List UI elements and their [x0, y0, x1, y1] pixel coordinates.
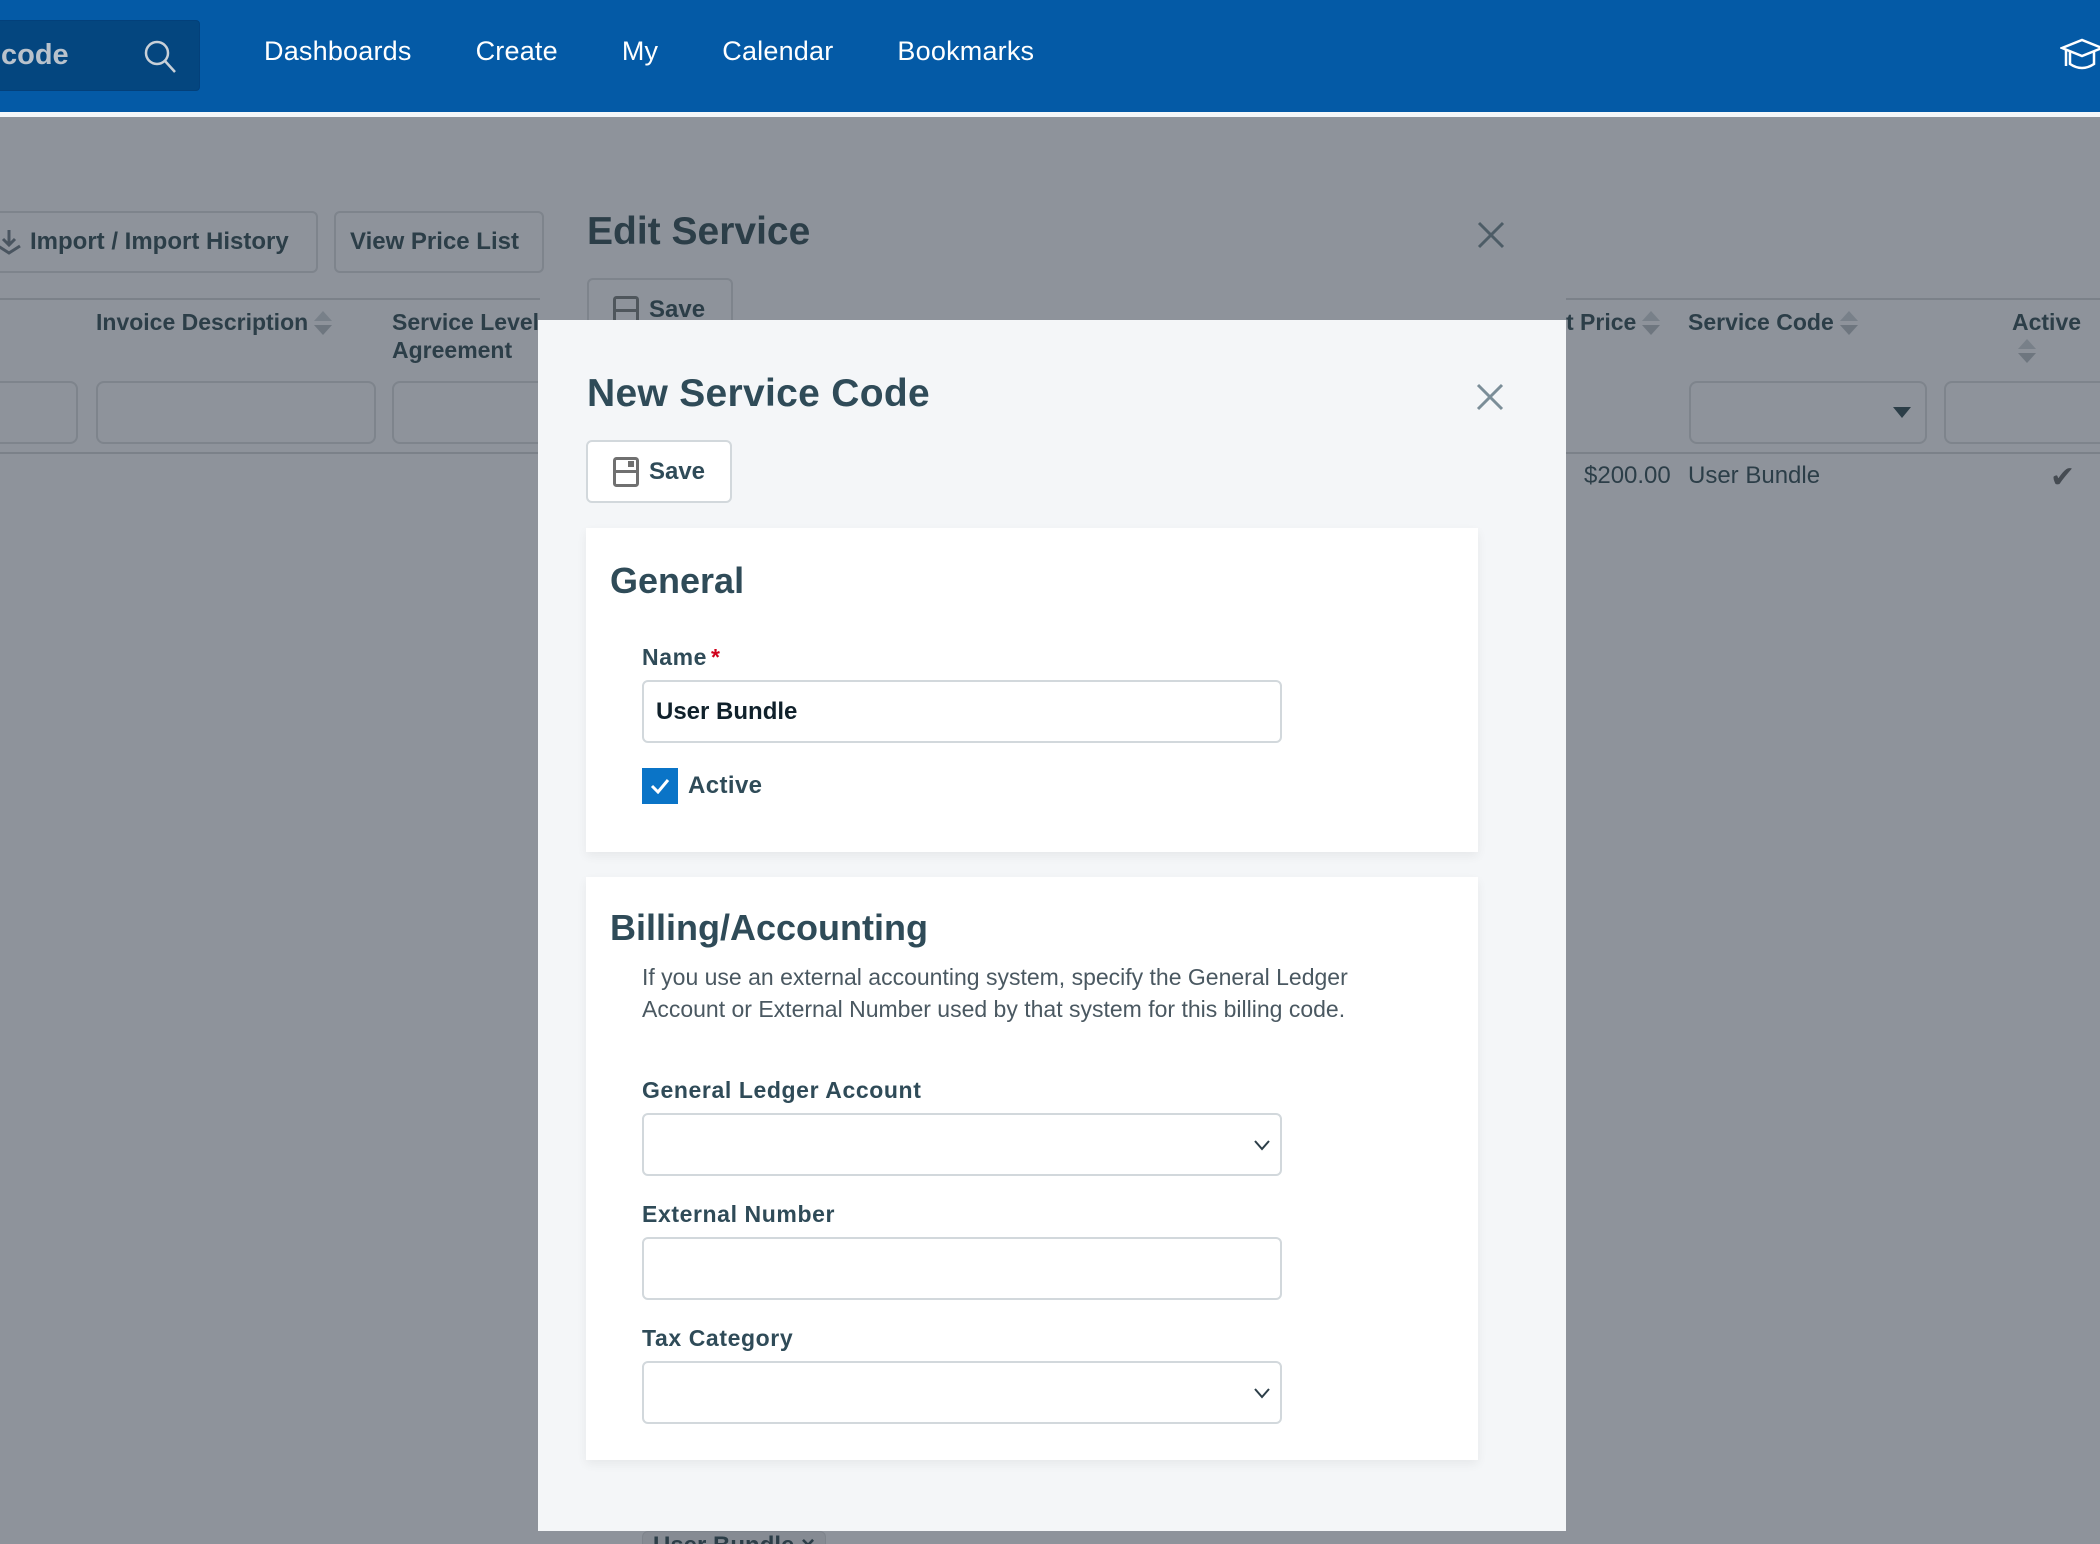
active-checkbox[interactable]: [642, 768, 678, 804]
save-label: Save: [648, 457, 706, 485]
row-service-code[interactable]: User Bundle: [1688, 462, 1820, 490]
search-icon[interactable]: [143, 39, 177, 75]
nav-calendar[interactable]: Calendar: [722, 36, 833, 67]
billing-section-title: Billing/Accounting: [610, 907, 928, 948]
filter-row-border-right: [1566, 452, 2100, 454]
table-top-border: [0, 298, 540, 300]
sort-icon[interactable]: [314, 309, 333, 339]
close-icon[interactable]: [1475, 382, 1505, 412]
name-input-value: User Bundle: [656, 697, 798, 725]
row-active-check-icon: ✔: [2050, 461, 2076, 494]
column-header-invoice-description[interactable]: Invoice Description: [96, 308, 333, 339]
tax-category-label: Tax Category: [642, 1325, 794, 1351]
header-divider: [0, 112, 2100, 117]
billing-help-text: If you use an external accounting system…: [642, 961, 1442, 1025]
column-header-price[interactable]: t Price: [1566, 308, 1661, 339]
dialog-title: New Service Code: [587, 372, 930, 415]
nav-dashboards[interactable]: Dashboards: [264, 36, 412, 67]
view-price-list-label: View Price List: [350, 228, 519, 255]
column-header-sla[interactable]: Service Level Agreement: [392, 308, 539, 364]
name-input[interactable]: User Bundle: [642, 680, 1282, 743]
active-label[interactable]: Active: [688, 772, 762, 800]
import-history-button[interactable]: Import / Import History: [0, 211, 318, 273]
help-line-2: Account or External Number used by that …: [642, 996, 1346, 1022]
general-section-title: General: [610, 560, 745, 601]
nav-my[interactable]: My: [622, 36, 658, 67]
view-price-list-button[interactable]: View Price List: [334, 211, 544, 273]
save-icon: [612, 456, 639, 487]
edit-service-close-icon[interactable]: [1476, 220, 1506, 250]
general-section: General Name * User Bundle Active: [586, 528, 1478, 852]
column-label-line2: Agreement: [392, 337, 513, 363]
filter-active[interactable]: [1944, 381, 2100, 444]
sort-icon[interactable]: [1642, 309, 1661, 339]
nav-bookmarks[interactable]: Bookmarks: [897, 36, 1034, 67]
sort-icon[interactable]: [2018, 337, 2036, 367]
column-label: Invoice Description: [96, 309, 309, 335]
name-label: Name *: [642, 644, 721, 671]
column-label: Service Code: [1688, 309, 1834, 335]
filter-row-border: [0, 452, 540, 454]
global-search-input[interactable]: code: [0, 20, 200, 91]
sort-icon[interactable]: [1839, 309, 1858, 339]
main-nav: Dashboards Create My Calendar Bookmarks: [264, 36, 1098, 67]
name-label-text: Name: [642, 644, 708, 670]
filter-invoice-description[interactable]: [96, 381, 376, 444]
gl-account-label: General Ledger Account: [642, 1077, 922, 1103]
caret-down-icon: [1893, 407, 1911, 418]
search-input-value: code: [1, 39, 69, 71]
required-asterisk: *: [711, 644, 721, 670]
tax-category-select[interactable]: [642, 1361, 1282, 1424]
chevron-down-icon: [1254, 1140, 1270, 1151]
import-icon: [0, 230, 21, 255]
filter-input-1[interactable]: [0, 381, 78, 444]
external-number-input[interactable]: [642, 1237, 1282, 1300]
external-number-label: External Number: [642, 1201, 836, 1227]
graduation-cap-icon[interactable]: [2060, 36, 2100, 76]
import-history-label: Import / Import History: [30, 228, 289, 255]
edit-service-title: Edit Service: [587, 210, 811, 253]
save-button[interactable]: Save: [586, 440, 732, 503]
filter-service-code-select[interactable]: [1689, 381, 1927, 444]
gl-account-select[interactable]: [642, 1113, 1282, 1176]
filter-sla[interactable]: [392, 381, 552, 444]
nav-create[interactable]: Create: [476, 36, 558, 67]
column-label-line1: Service Level: [392, 309, 540, 335]
checkmark-icon: [650, 779, 670, 794]
new-service-code-dialog: New Service Code Save General Name * User…: [538, 320, 1566, 1531]
column-header-service-code[interactable]: Service Code: [1688, 308, 1858, 339]
service-tag-chip[interactable]: User Bundle ×: [642, 1531, 827, 1544]
row-price: $200.00: [1584, 462, 1671, 489]
table-top-border-right: [1566, 298, 2100, 300]
chevron-down-icon: [1254, 1388, 1270, 1399]
column-header-active[interactable]: Active: [2012, 308, 2100, 367]
billing-accounting-section: Billing/Accounting If you use an externa…: [586, 877, 1478, 1460]
help-line-1: If you use an external accounting system…: [642, 964, 1348, 990]
column-label: t Price: [1566, 309, 1637, 335]
column-label: Active: [2012, 309, 2082, 335]
top-navigation-bar: code Dashboards Create My Calendar Bookm…: [0, 0, 2100, 112]
